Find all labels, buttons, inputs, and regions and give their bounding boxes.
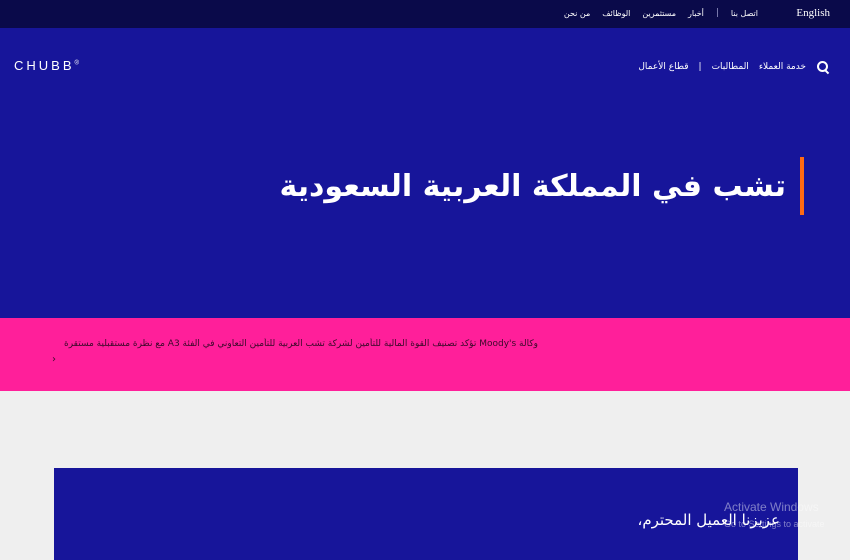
top-links: اتصل بنا | أخبار مستثمرين الوظائف من نحن (564, 8, 758, 18)
announcement-arrow-icon[interactable]: › (52, 354, 56, 365)
registered-mark: ® (74, 60, 79, 67)
hero-headline: تشب في المملكة العربية السعودية (279, 157, 804, 215)
english-language-link[interactable]: English (796, 7, 830, 19)
page-title: تشب في المملكة العربية السعودية (279, 168, 787, 204)
announcement-banner (0, 318, 850, 391)
top-links-separator: | (715, 8, 719, 18)
announcement-text[interactable]: وكالة Moody's تؤكد تصنيف القوة المالية ل… (52, 338, 538, 350)
contact-us-link[interactable]: اتصل بنا (731, 9, 758, 18)
about-us-link[interactable]: من نحن (564, 9, 590, 18)
search-icon[interactable] (816, 60, 830, 74)
main-nav: خدمة العملاء المطالبات | قطاع الأعمال (638, 60, 830, 74)
watermark-title: Activate Windows (724, 500, 819, 514)
nav-customer-service[interactable]: خدمة العملاء (759, 62, 806, 72)
nav-business[interactable]: قطاع الأعمال (638, 62, 688, 72)
headline-accent-bar (800, 157, 804, 215)
windows-activation-watermark: Activate Windows Go to Settings to activ… (724, 500, 825, 529)
logo-text: CHUBB (14, 58, 75, 73)
nav-separator: | (698, 62, 702, 72)
top-bar: English اتصل بنا | أخبار مستثمرين الوظائ… (0, 0, 850, 28)
news-link[interactable]: أخبار (688, 9, 704, 18)
chubb-logo[interactable]: CHUBB® (14, 58, 79, 73)
watermark-subtitle: Go to Settings to activate (724, 519, 825, 529)
careers-link[interactable]: الوظائف (602, 9, 630, 18)
investors-link[interactable]: مستثمرين (642, 9, 676, 18)
nav-claims[interactable]: المطالبات (712, 62, 749, 72)
